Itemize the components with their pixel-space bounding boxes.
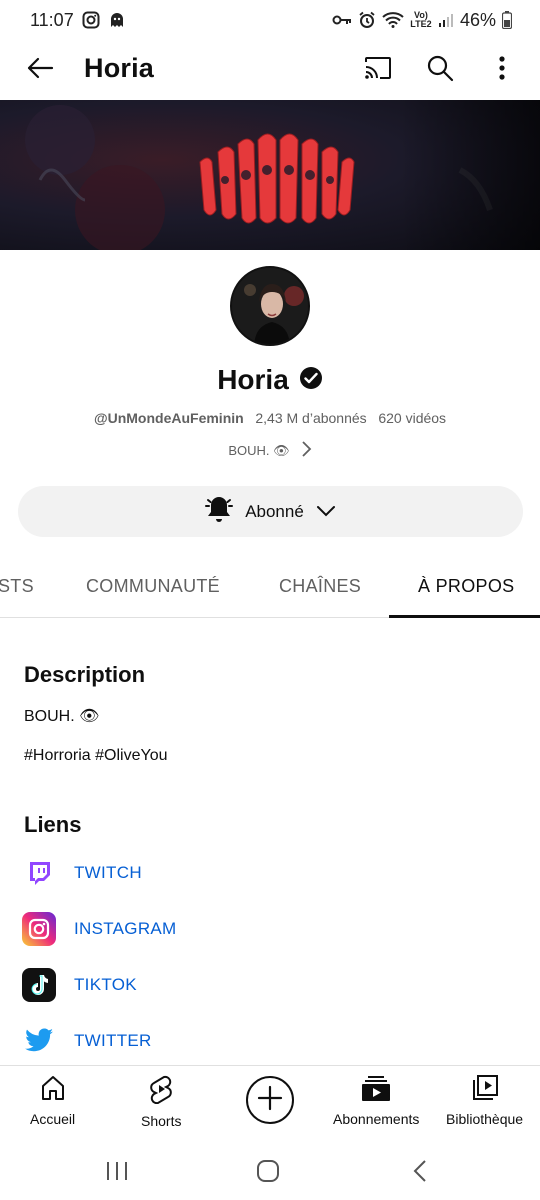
create-button[interactable] xyxy=(246,1076,294,1124)
signal-icon xyxy=(438,13,454,27)
home-circle-icon xyxy=(256,1159,280,1188)
back-system-button[interactable] xyxy=(400,1153,440,1193)
arrow-left-icon xyxy=(26,56,54,85)
link-label-instagram: INSTAGRAM xyxy=(74,919,177,938)
alarm-icon xyxy=(358,11,376,29)
nav-home-label: Accueil xyxy=(30,1111,76,1127)
system-navigation-bar xyxy=(0,1141,540,1200)
instagram-icon xyxy=(22,912,56,946)
channel-header: Horia xyxy=(0,364,540,396)
tab-channels[interactable]: CHAÎNES xyxy=(279,576,361,597)
subscribed-label: Abonné xyxy=(245,501,304,521)
description-line-2: #Horroria #OliveYou xyxy=(24,747,168,764)
tab-community[interactable]: COMMUNAUTÉ xyxy=(86,576,220,597)
links-heading: Liens xyxy=(24,812,82,837)
link-tiktok[interactable]: TIKTOK xyxy=(22,967,137,1003)
plus-circle-icon xyxy=(257,1085,283,1116)
bell-icon xyxy=(205,494,234,529)
link-label-twitch: TWITCH xyxy=(74,863,142,882)
library-icon xyxy=(471,1074,499,1105)
description-heading: Description xyxy=(24,662,146,687)
chevron-down-icon xyxy=(316,502,336,522)
nav-home[interactable]: Accueil xyxy=(30,1074,75,1127)
back-button[interactable] xyxy=(22,52,58,88)
nav-library[interactable]: Bibliothèque xyxy=(446,1074,523,1127)
status-time: 11:07 xyxy=(30,9,74,30)
tab-about[interactable]: À PROPOS xyxy=(418,576,514,597)
channel-tabs: STS COMMUNAUTÉ CHAÎNES À PROPOS xyxy=(0,560,540,618)
link-label-twitter: TWITTER xyxy=(74,1031,152,1050)
subscribed-button[interactable]: Abonné xyxy=(18,486,523,537)
battery-percent: 46% xyxy=(459,9,496,30)
more-options-button[interactable] xyxy=(482,50,522,90)
search-button[interactable] xyxy=(420,50,460,90)
more-vert-icon xyxy=(498,55,506,86)
chevron-left-icon xyxy=(412,1159,428,1188)
home-system-button[interactable] xyxy=(248,1153,288,1193)
chevron-right-icon xyxy=(300,440,312,461)
nav-library-label: Bibliothèque xyxy=(446,1111,524,1127)
link-label-tiktok: TIKTOK xyxy=(74,975,137,994)
channel-banner xyxy=(0,100,540,250)
link-instagram[interactable]: INSTAGRAM xyxy=(22,911,177,947)
verified-check-icon xyxy=(299,366,323,395)
link-twitch[interactable]: TWITCH xyxy=(22,855,142,891)
channel-handle: @UnMondeAuFeminin xyxy=(93,410,244,426)
search-icon xyxy=(426,54,454,87)
twitter-icon xyxy=(22,1024,56,1058)
tiktok-icon xyxy=(22,968,56,1002)
cast-icon xyxy=(363,55,393,86)
channel-avatar[interactable] xyxy=(230,266,310,346)
channel-meta: @UnMondeAuFeminin 2,43 M d’abonnés 620 v… xyxy=(0,410,540,426)
shorts-icon xyxy=(148,1074,174,1107)
instagram-notification-icon xyxy=(82,11,100,29)
page-title: Horia xyxy=(84,53,155,83)
key-icon xyxy=(332,13,352,27)
banner-logo xyxy=(25,105,493,250)
channel-tagline[interactable]: BOUH. 👁 xyxy=(0,440,540,461)
nav-shorts-label: Shorts xyxy=(141,1113,182,1129)
home-icon xyxy=(39,1074,67,1105)
top-app-bar: Horia xyxy=(0,40,540,100)
recent-apps-icon xyxy=(105,1160,129,1187)
ghost-notification-icon xyxy=(108,11,126,29)
subscriber-count: 2,43 M d’abonnés xyxy=(255,410,367,426)
video-count: 620 vidéos xyxy=(378,410,447,426)
nav-subscriptions-label: Abonnements xyxy=(333,1111,420,1127)
twitch-icon xyxy=(22,856,56,890)
status-bar: 11:07 Vo) LTE2 46% xyxy=(0,0,540,40)
cast-button[interactable] xyxy=(358,50,398,90)
battery-icon xyxy=(502,11,512,29)
channel-name: Horia xyxy=(217,364,289,395)
tagline-text: BOUH. 👁 xyxy=(228,442,290,458)
subscriptions-icon xyxy=(361,1074,391,1105)
wifi-icon xyxy=(382,12,404,28)
description-line-1: BOUH. 👁 xyxy=(24,708,100,725)
recent-apps-button[interactable] xyxy=(97,1153,137,1193)
tab-posts[interactable]: STS xyxy=(0,576,34,597)
link-twitter[interactable]: TWITTER xyxy=(22,1023,152,1059)
nav-shorts[interactable]: Shorts xyxy=(141,1074,181,1129)
bottom-navigation: Accueil Shorts Abonnements Bibliothèque xyxy=(0,1065,540,1141)
active-tab-indicator xyxy=(389,615,540,618)
network-label: Vo) LTE2 xyxy=(410,10,432,29)
nav-subscriptions[interactable]: Abonnements xyxy=(333,1074,419,1127)
